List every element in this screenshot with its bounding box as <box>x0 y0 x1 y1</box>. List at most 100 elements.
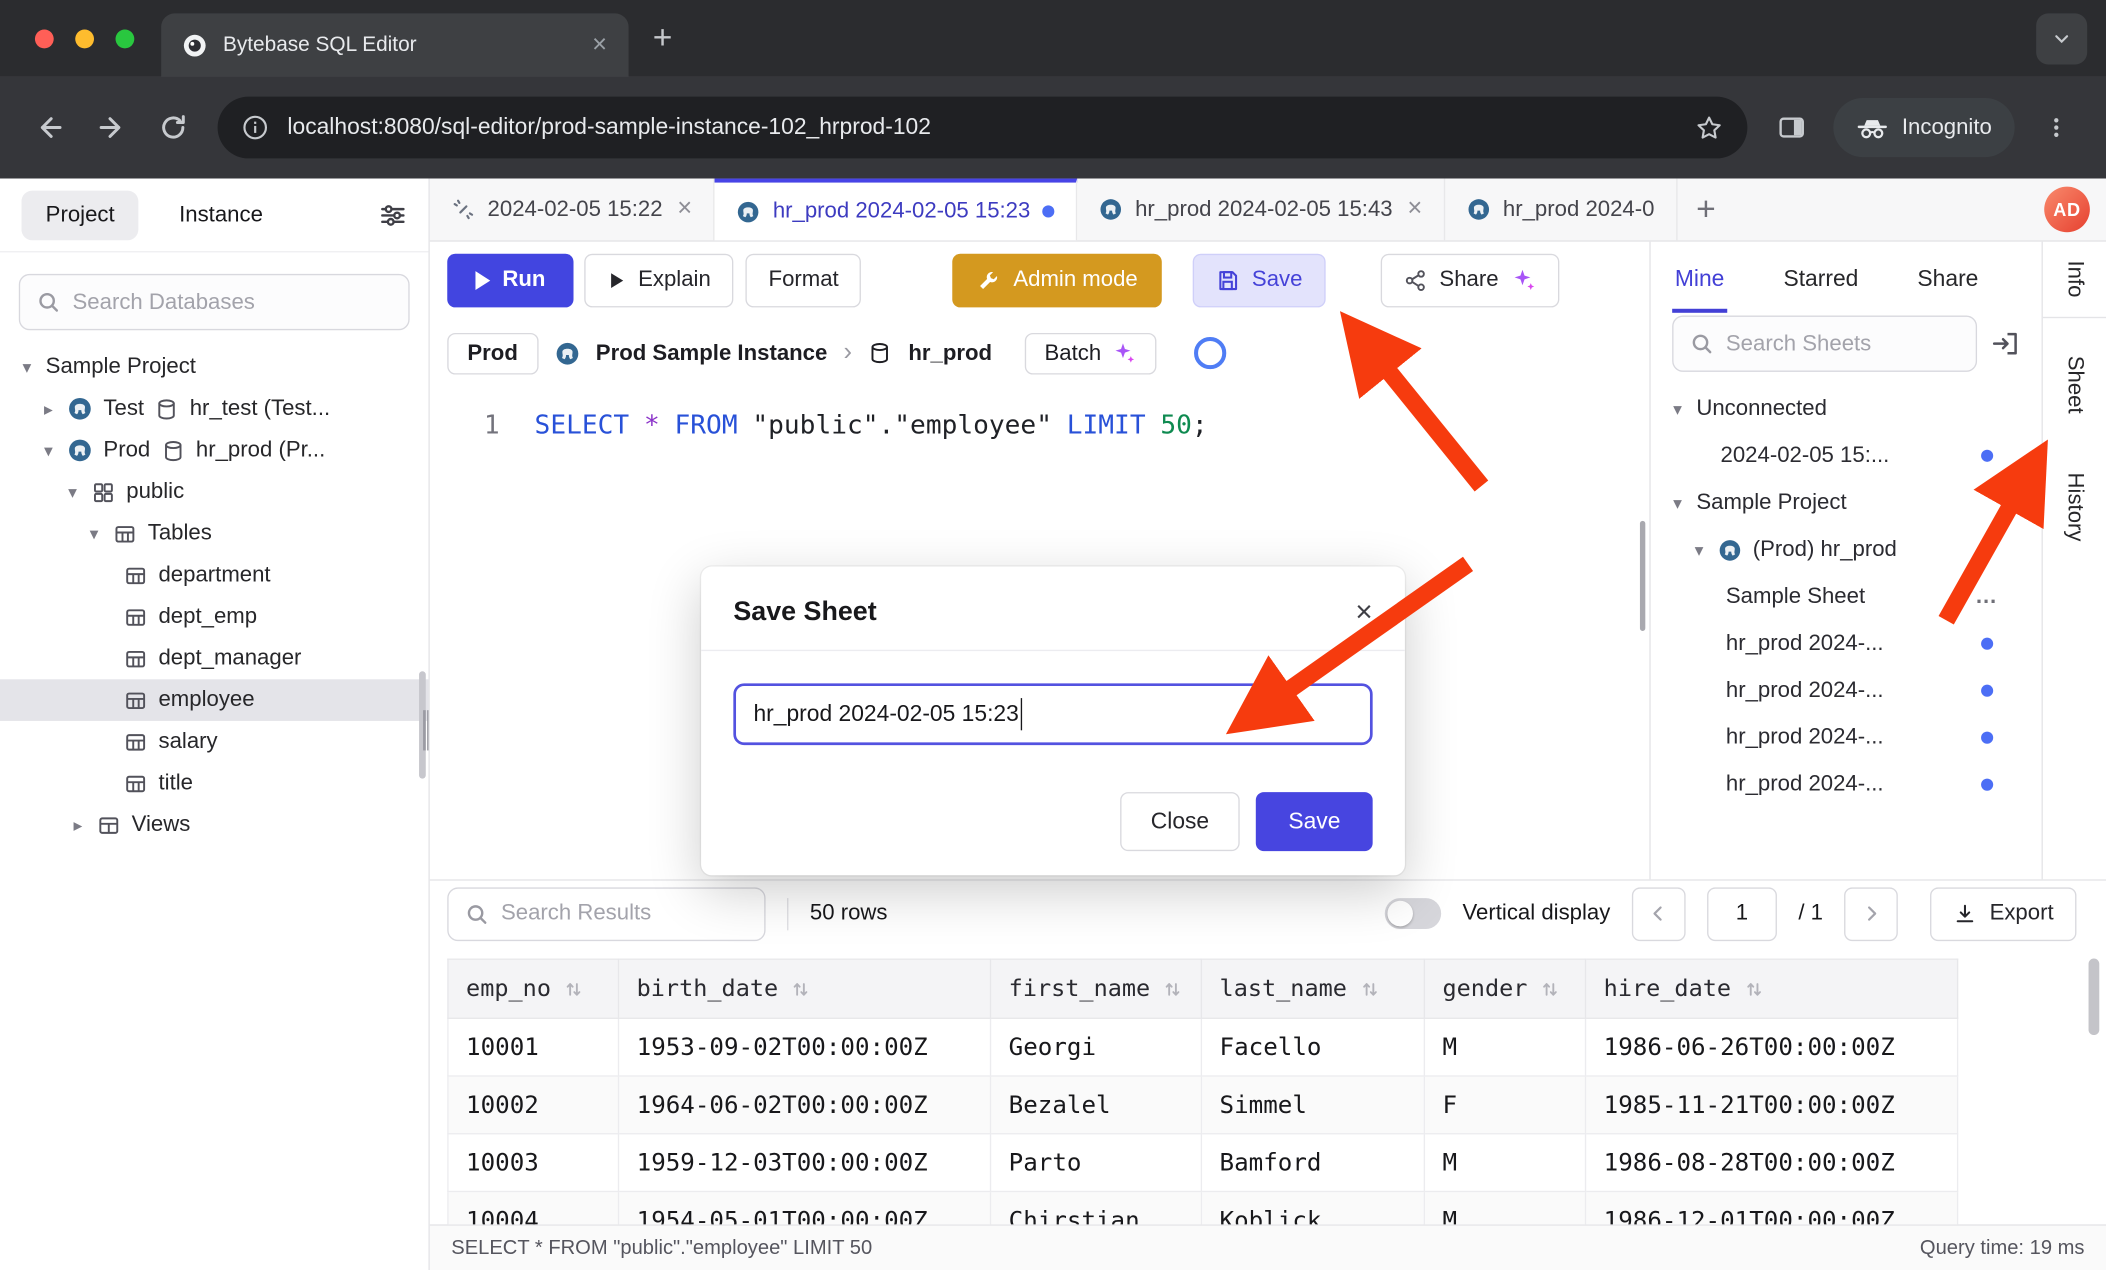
sheet-item[interactable]: 2024-02-05 15:... <box>1651 432 2042 479</box>
column-header[interactable]: first_name <box>991 959 1202 1018</box>
sort-icon[interactable] <box>792 979 811 998</box>
caret-down-icon[interactable]: ▾ <box>1669 398 1685 419</box>
column-header[interactable]: gender <box>1424 959 1585 1018</box>
cell[interactable]: 1985-11-21T00:00:00Z <box>1586 1076 1958 1134</box>
results-search-input[interactable] <box>501 901 748 927</box>
caret-right-icon[interactable]: ▸ <box>70 814 86 835</box>
tree-item-tables[interactable]: ▾ Tables <box>0 513 428 555</box>
cell[interactable]: 1986-06-26T00:00:00Z <box>1586 1018 1958 1076</box>
cell[interactable]: 1959-12-03T00:00:00Z <box>619 1134 991 1192</box>
close-tab-icon[interactable]: × <box>677 195 692 225</box>
database-name[interactable]: hr_prod <box>908 340 992 366</box>
table-row[interactable]: 100031959-12-03T00:00:00ZPartoBamfordM19… <box>448 1134 1958 1192</box>
database-search-input[interactable] <box>73 289 393 315</box>
forward-button[interactable] <box>81 97 143 159</box>
format-button[interactable]: Format <box>746 253 862 307</box>
sheet-item[interactable]: hr_prod 2024-... <box>1651 714 2042 761</box>
instance-name[interactable]: Prod Sample Instance <box>596 340 828 366</box>
more-actions-icon[interactable]: … <box>1975 584 1999 610</box>
tab-sheet[interactable]: Sheet <box>2062 355 2088 413</box>
cell[interactable]: 1964-06-02T00:00:00Z <box>619 1076 991 1134</box>
tree-item-table-department[interactable]: department <box>0 554 428 596</box>
results-scrollbar[interactable] <box>2089 959 2100 1036</box>
back-button[interactable] <box>19 97 81 159</box>
avatar[interactable]: AD <box>2044 187 2090 233</box>
cell[interactable]: Facello <box>1201 1018 1424 1076</box>
prev-page-button[interactable] <box>1632 887 1686 941</box>
admin-mode-button[interactable]: Admin mode <box>953 253 1162 307</box>
tab-share[interactable]: Share <box>1917 265 1978 292</box>
sort-icon[interactable] <box>1164 979 1183 998</box>
sort-icon[interactable] <box>1360 979 1379 998</box>
vertical-display-toggle[interactable] <box>1385 898 1441 929</box>
cell[interactable]: Parto <box>991 1134 1202 1192</box>
sheet-item[interactable]: hr_prod 2024-... <box>1651 667 2042 714</box>
sheet-group-unconnected[interactable]: ▾ Unconnected <box>1651 385 2042 432</box>
tab-starred[interactable]: Starred <box>1783 265 1858 292</box>
sheet-group-project[interactable]: ▾ Sample Project <box>1651 479 2042 526</box>
tab-project[interactable]: Project <box>21 190 138 240</box>
cell[interactable]: M <box>1424 1191 1585 1224</box>
side-panel-button[interactable] <box>1761 97 1823 159</box>
caret-down-icon[interactable]: ▾ <box>40 440 56 461</box>
sheet-item[interactable]: hr_prod 2024-... <box>1651 620 2042 667</box>
cell[interactable]: Chirstian <box>991 1191 1202 1224</box>
cell[interactable]: 10003 <box>448 1134 619 1192</box>
site-info-icon[interactable] <box>242 114 269 141</box>
tree-item-sample-project[interactable]: ▾ Sample Project <box>0 346 428 388</box>
editor-tab-1[interactable]: 2024-02-05 15:22 × <box>430 179 715 241</box>
cell[interactable]: 10001 <box>448 1018 619 1076</box>
caret-down-icon[interactable]: ▾ <box>1691 539 1707 560</box>
cell[interactable]: 1954-05-01T00:00:00Z <box>619 1191 991 1224</box>
sheet-search-input[interactable] <box>1726 331 1960 357</box>
sort-icon[interactable] <box>564 979 583 998</box>
new-sheet-tab-button[interactable]: + <box>1677 179 1734 241</box>
table-row[interactable]: 100021964-06-02T00:00:00ZBezalelSimmelF1… <box>448 1076 1958 1134</box>
environment-chip[interactable]: Prod <box>447 332 538 374</box>
editor-scrollbar[interactable] <box>1640 521 1645 631</box>
database-search[interactable] <box>19 274 410 330</box>
batch-button[interactable]: Batch <box>1024 332 1156 374</box>
dialog-save-button[interactable]: Save <box>1256 792 1373 851</box>
panel-resize-grip[interactable] <box>423 710 430 750</box>
results-search[interactable] <box>447 887 765 941</box>
cell[interactable]: Simmel <box>1201 1076 1424 1134</box>
browser-menu-button[interactable] <box>2025 97 2087 159</box>
tree-item-schema-public[interactable]: ▾ public <box>0 471 428 513</box>
tree-item-table-employee[interactable]: employee <box>0 679 428 721</box>
cell[interactable]: Bezalel <box>991 1076 1202 1134</box>
close-tab-icon[interactable]: × <box>592 30 607 60</box>
tree-item-views[interactable]: ▸ Views <box>0 804 428 846</box>
cell[interactable]: F <box>1424 1076 1585 1134</box>
close-window-button[interactable] <box>35 29 54 48</box>
tree-item-prod-instance[interactable]: ▾ Prod hr_prod (Pr... <box>0 430 428 472</box>
column-header[interactable]: emp_no <box>448 959 619 1018</box>
tree-item-table-title[interactable]: title <box>0 763 428 805</box>
close-tab-icon[interactable]: × <box>1407 195 1422 225</box>
tree-item-table-dept-emp[interactable]: dept_emp <box>0 596 428 638</box>
tree-item-table-dept-manager[interactable]: dept_manager <box>0 638 428 680</box>
reload-button[interactable] <box>142 97 204 159</box>
minimize-window-button[interactable] <box>75 29 94 48</box>
caret-down-icon[interactable]: ▾ <box>64 481 80 502</box>
table-row[interactable]: 100011953-09-02T00:00:00ZGeorgiFacelloM1… <box>448 1018 1958 1076</box>
maximize-window-button[interactable] <box>116 29 135 48</box>
editor-tab-2-active[interactable]: hr_prod 2024-02-05 15:23 <box>715 179 1077 241</box>
sort-icon[interactable] <box>1541 979 1560 998</box>
cell[interactable]: Bamford <box>1201 1134 1424 1192</box>
sort-icon[interactable] <box>1744 979 1763 998</box>
next-page-button[interactable] <box>1845 887 1899 941</box>
export-button[interactable]: Export <box>1930 887 2076 941</box>
cell[interactable]: 1953-09-02T00:00:00Z <box>619 1018 991 1076</box>
address-bar[interactable]: localhost:8080/sql-editor/prod-sample-in… <box>218 97 1748 159</box>
sheet-group-database[interactable]: ▾ (Prod) hr_prod <box>1651 526 2042 573</box>
tab-instance[interactable]: Instance <box>179 202 263 228</box>
caret-down-icon[interactable]: ▾ <box>86 523 102 544</box>
editor-tab-3[interactable]: hr_prod 2024-02-05 15:43 × <box>1077 179 1445 241</box>
sheet-search[interactable] <box>1672 315 1977 371</box>
tab-info[interactable]: Info <box>2062 260 2088 297</box>
column-header[interactable]: last_name <box>1201 959 1424 1018</box>
cell[interactable]: 1986-12-01T00:00:00Z <box>1586 1191 1958 1224</box>
editor-tab-4[interactable]: hr_prod 2024-0 <box>1445 179 1677 241</box>
import-sheet-icon[interactable] <box>1990 329 2020 359</box>
